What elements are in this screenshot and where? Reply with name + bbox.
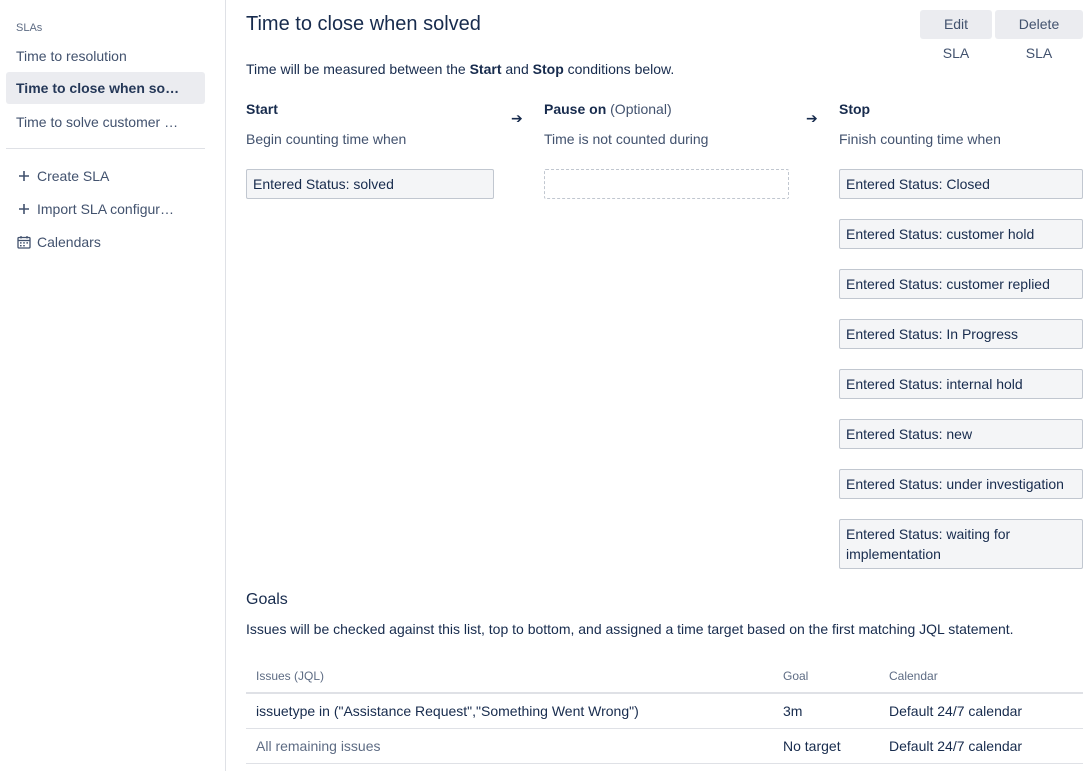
sidebar-section-title: SLAs <box>16 22 43 34</box>
row-goal: 3m <box>783 703 803 719</box>
start-subtitle: Begin counting time when <box>246 131 407 147</box>
pause-heading: Pause on (Optional) <box>544 101 672 117</box>
goals-table: Issues (JQL) Goal Calendar issuetype in … <box>246 660 1083 764</box>
goals-description: Issues will be checked against this list… <box>246 621 1014 637</box>
create-sla-label: Create SLA <box>37 168 110 184</box>
start-heading: Start <box>246 101 278 117</box>
stop-condition: Entered Status: In Progress <box>839 319 1083 349</box>
arrow-right-icon: ➔ <box>806 110 818 126</box>
table-header-row: Issues (JQL) Goal Calendar <box>246 660 1083 694</box>
stop-condition: Entered Status: Closed <box>839 169 1083 199</box>
pause-condition-empty <box>544 169 789 199</box>
calendar-column-header: Calendar <box>889 669 938 683</box>
calendars-label: Calendars <box>37 234 101 250</box>
arrow-right-icon: ➔ <box>511 110 523 126</box>
sidebar: SLAs Time to resolution Time to close wh… <box>0 0 226 771</box>
row-goal: No target <box>783 738 841 754</box>
stop-subtitle: Finish counting time when <box>839 131 1001 147</box>
table-row: All remaining issues No target Default 2… <box>246 729 1083 764</box>
goals-heading: Goals <box>246 591 288 608</box>
stop-condition: Entered Status: customer hold <box>839 219 1083 249</box>
intro-stop-word: Stop <box>532 61 564 77</box>
pause-optional-label: (Optional) <box>610 101 672 117</box>
stop-condition: Entered Status: new <box>839 419 1083 449</box>
stop-condition: Entered Status: customer replied <box>839 269 1083 299</box>
plus-icon <box>16 201 32 217</box>
row-calendar: Default 24/7 calendar <box>889 703 1023 719</box>
goal-column-header: Goal <box>783 669 809 683</box>
sidebar-divider <box>6 148 205 149</box>
edit-sla-button[interactable]: Edit SLA <box>920 10 992 61</box>
plus-icon <box>16 168 32 184</box>
sidebar-item-time-to-solve-customer[interactable]: Time to solve customer issues <box>6 106 205 138</box>
stop-heading: Stop <box>839 101 871 117</box>
intro-text: Time will be measured between the Start … <box>246 61 675 77</box>
import-sla-label: Import SLA configuration <box>37 201 179 217</box>
import-sla-configuration-link[interactable]: Import SLA configuration <box>16 197 179 221</box>
row-issues-jql: All remaining issues <box>256 738 381 754</box>
stop-condition: Entered Status: internal hold <box>839 369 1083 399</box>
pause-subtitle: Time is not counted during <box>544 131 709 147</box>
sidebar-item-time-to-resolution[interactable]: Time to resolution <box>6 40 205 72</box>
page-title: Time to close when solved <box>246 13 481 35</box>
table-row: issuetype in ("Assistance Request","Some… <box>246 694 1083 729</box>
sidebar-item-time-to-close-when-solved[interactable]: Time to close when solved <box>6 72 205 104</box>
calendar-icon <box>16 234 32 250</box>
stop-condition: Entered Status: under investigation <box>839 469 1083 499</box>
row-calendar: Default 24/7 calendar <box>889 738 1023 754</box>
start-condition: Entered Status: solved <box>246 169 494 199</box>
stop-condition: Entered Status: waiting for implementati… <box>839 519 1083 569</box>
create-sla-link[interactable]: Create SLA <box>16 164 109 188</box>
calendars-link[interactable]: Calendars <box>16 230 101 254</box>
delete-sla-button[interactable]: Delete SLA <box>995 10 1083 61</box>
intro-start-word: Start <box>469 61 502 77</box>
issues-column-header: Issues (JQL) <box>256 669 325 683</box>
row-issues-jql: issuetype in ("Assistance Request","Some… <box>256 703 639 719</box>
